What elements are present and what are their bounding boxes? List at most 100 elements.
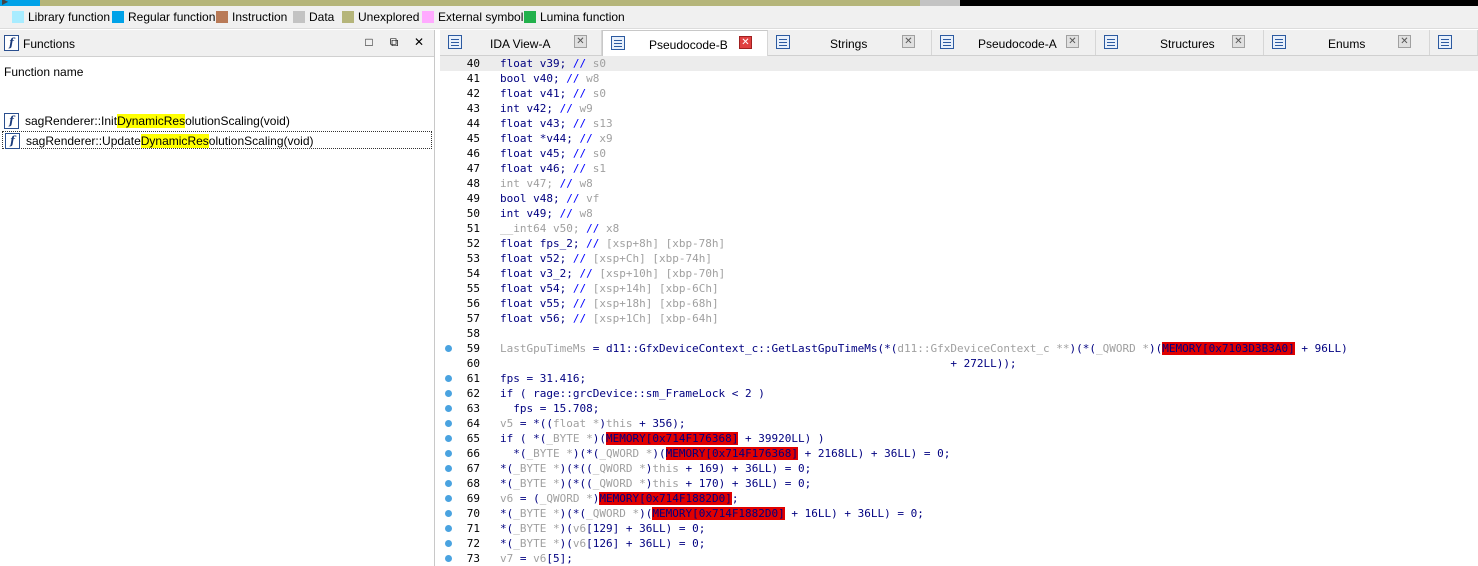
code-text: float *v44; xyxy=(500,132,580,145)
code-line[interactable]: 40 float v39; // s0 xyxy=(440,56,1478,71)
code-text: v6 = (_QWORD *)MEMORY[0x714F1882D0]; xyxy=(500,491,738,506)
code-text: + 39920LL) ) xyxy=(738,432,825,445)
code-line[interactable]: 48 int v47; // w8 xyxy=(440,176,1478,191)
line-number: 45 xyxy=(466,132,480,145)
tab-enums[interactable]: Enums ✕ xyxy=(1264,30,1430,55)
panel-float-button[interactable]: ⧉ xyxy=(387,35,401,49)
code-text: + 170) + 36LL) = 0; xyxy=(678,477,812,490)
code-text: + 356); xyxy=(632,417,686,430)
code-line[interactable]: 43 int v42; // w9 xyxy=(440,101,1478,116)
code-line[interactable]: 71 *(_BYTE *)(v6[129] + 36LL) = 0; xyxy=(440,521,1478,536)
tab-strings[interactable]: Strings ✕ xyxy=(768,30,932,55)
tab-close-icon[interactable]: ✕ xyxy=(902,35,915,48)
code-line[interactable]: 69 v6 = (_QWORD *)MEMORY[0x714F1882D0]; xyxy=(440,491,1478,506)
legend-label: External symbol xyxy=(438,10,524,24)
line-number: 58 xyxy=(466,327,480,340)
code-symbol: [xsp+10h] [xbp-70h] xyxy=(599,267,726,280)
code-line[interactable]: 64 v5 = *((float *)this + 356); xyxy=(440,416,1478,431)
code-line[interactable]: 55 float v54; // [xsp+14h] [xbp-6Ch] xyxy=(440,281,1478,296)
code-symbol: v7 xyxy=(500,552,514,565)
code-line[interactable]: 50 int v49; // w8 xyxy=(440,206,1478,221)
code-line[interactable]: 67 *(_BYTE *)(*((_QWORD *)this + 169) + 3… xyxy=(440,461,1478,476)
pseudocode-view[interactable]: 40 float v39; // s0 41 bool v40; // w8 42 flo… xyxy=(440,56,1478,566)
tab-overflow[interactable] xyxy=(1430,30,1478,55)
code-text: *(_BYTE *)(v6[129] + 36LL) = 0; xyxy=(500,521,705,536)
code-text: bool v40; xyxy=(500,72,567,85)
comment: // xyxy=(579,267,600,280)
code-text: bool v48; xyxy=(500,192,567,205)
code-line[interactable]: 53 float v52; // [xsp+Ch] [xbp-74h] xyxy=(440,251,1478,266)
code-line[interactable]: 46 float v45; // s0 xyxy=(440,146,1478,161)
code-text: if ( rage::grcDevice::sm_FrameLock < 2 ) xyxy=(500,387,765,400)
tab-structures[interactable]: Structures ✕ xyxy=(1096,30,1264,55)
tab-close-icon[interactable]: ✕ xyxy=(1232,35,1245,48)
function-row[interactable]: f sagRenderer::UpdateDynamicResolutionSca… xyxy=(2,131,432,149)
code-line[interactable]: 58 xyxy=(440,326,1478,341)
memory-reference: MEMORY[0x7103D3B3A0] xyxy=(1162,342,1295,355)
tab-ida-view-a[interactable]: IDA View-A ✕ xyxy=(440,30,602,55)
code-line[interactable]: 57 float v56; // [xsp+1Ch] [xbp-64h] xyxy=(440,311,1478,326)
code-line[interactable]: 51 __int64 v50; // x8 xyxy=(440,221,1478,236)
code-line[interactable]: 70 *(_BYTE *)(*(_QWORD *)(MEMORY[0x714F18… xyxy=(440,506,1478,521)
code-text: float v55; // [xsp+18h] [xbp-68h] xyxy=(500,296,719,311)
tab-close-icon[interactable]: ✕ xyxy=(1398,35,1411,48)
code-line[interactable]: 68 *(_BYTE *)(*((_QWORD *)this + 170) + 3… xyxy=(440,476,1478,491)
code-symbol: [xsp+1Ch] [xbp-64h] xyxy=(592,312,719,325)
code-line[interactable]: 54 float v3_2; // [xsp+10h] [xbp-70h] xyxy=(440,266,1478,281)
panel-close-button[interactable]: ✕ xyxy=(412,35,426,49)
code-line[interactable]: 60 + 272LL)); xyxy=(440,356,1478,371)
code-line[interactable]: 62 if ( rage::grcDevice::sm_FrameLock < 2… xyxy=(440,386,1478,401)
code-text: float v54; // [xsp+14h] [xbp-6Ch] xyxy=(500,281,719,296)
column-header-function-name[interactable]: Function name xyxy=(4,65,83,79)
tab-close-icon[interactable]: ✕ xyxy=(739,36,752,49)
line-number: 42 xyxy=(466,87,480,100)
code-text: int v49; xyxy=(500,207,560,220)
code-text: float fps_2; // [xsp+8h] [xbp-78h] xyxy=(500,236,725,251)
code-line[interactable]: 59 LastGpuTimeMs = d11::GfxDeviceContext_… xyxy=(440,341,1478,356)
function-row[interactable]: f sagRenderer::InitDynamicResolutionScali… xyxy=(2,112,432,130)
code-text: + 272LL)); xyxy=(500,357,1017,370)
tab-icon xyxy=(940,35,954,49)
code-line[interactable]: 61 fps = 31.416; xyxy=(440,371,1478,386)
code-line[interactable]: 47 float v46; // s1 xyxy=(440,161,1478,176)
code-line[interactable]: 42 float v41; // s0 xyxy=(440,86,1478,101)
color-legend: Library function Regular function Instruct… xyxy=(0,6,1478,29)
panel-maximize-button[interactable]: □ xyxy=(362,35,376,49)
search-highlight: Res xyxy=(187,134,209,148)
code-line[interactable]: 41 bool v40; // w8 xyxy=(440,71,1478,86)
code-text: float v45; // s0 xyxy=(500,146,606,161)
legend-label: Lumina function xyxy=(540,10,625,24)
code-line[interactable]: 65 if ( *(_BYTE *)(MEMORY[0x714F176368] +… xyxy=(440,431,1478,446)
code-text: bool v48; // vf xyxy=(500,191,599,206)
tab-pseudocode-a[interactable]: Pseudocode-A ✕ xyxy=(932,30,1096,55)
code-symbol: _QWORD * xyxy=(1096,342,1150,355)
line-number: 51 xyxy=(466,222,480,235)
code-line[interactable]: 45 float *v44; // x9 xyxy=(440,131,1478,146)
code-line[interactable]: 44 float v43; // s13 xyxy=(440,116,1478,131)
code-symbol: v6 xyxy=(500,492,514,505)
code-text: bool v40; // w8 xyxy=(500,71,599,86)
legend-label: Unexplored xyxy=(358,10,420,24)
code-line[interactable]: 73 v7 = v6[5]; xyxy=(440,551,1478,566)
code-line[interactable]: 56 float v55; // [xsp+18h] [xbp-68h] xyxy=(440,296,1478,311)
line-number: 54 xyxy=(466,267,480,280)
code-line[interactable]: 66 *(_BYTE *)(*(_QWORD *)(MEMORY[0x714F1… xyxy=(440,446,1478,461)
tab-label: Pseudocode-B xyxy=(649,38,728,52)
code-text: [5]; xyxy=(546,552,573,565)
tab-close-icon[interactable]: ✕ xyxy=(1066,35,1079,48)
code-text: *( xyxy=(500,537,514,550)
function-name-part: sagRenderer::Init xyxy=(25,114,118,128)
code-line[interactable]: 49 bool v48; // vf xyxy=(440,191,1478,206)
code-text: float fps_2; xyxy=(500,237,587,250)
tab-close-icon[interactable]: ✕ xyxy=(574,35,587,48)
code-line[interactable]: 52 float fps_2; // [xsp+8h] [xbp-78h] xyxy=(440,236,1478,251)
line-number: 70 xyxy=(466,507,480,520)
code-line[interactable]: 63 fps = 15.708; xyxy=(440,401,1478,416)
code-text: if ( *( xyxy=(500,432,547,445)
tab-pseudocode-b[interactable]: Pseudocode-B ✕ xyxy=(602,30,768,56)
code-symbol: s13 xyxy=(592,117,613,130)
code-symbol: s0 xyxy=(592,57,606,70)
legend-label: Library function xyxy=(28,10,111,24)
code-line[interactable]: 72 *(_BYTE *)(v6[126] + 36LL) = 0; xyxy=(440,536,1478,551)
code-text: + 96LL) xyxy=(1294,342,1348,355)
